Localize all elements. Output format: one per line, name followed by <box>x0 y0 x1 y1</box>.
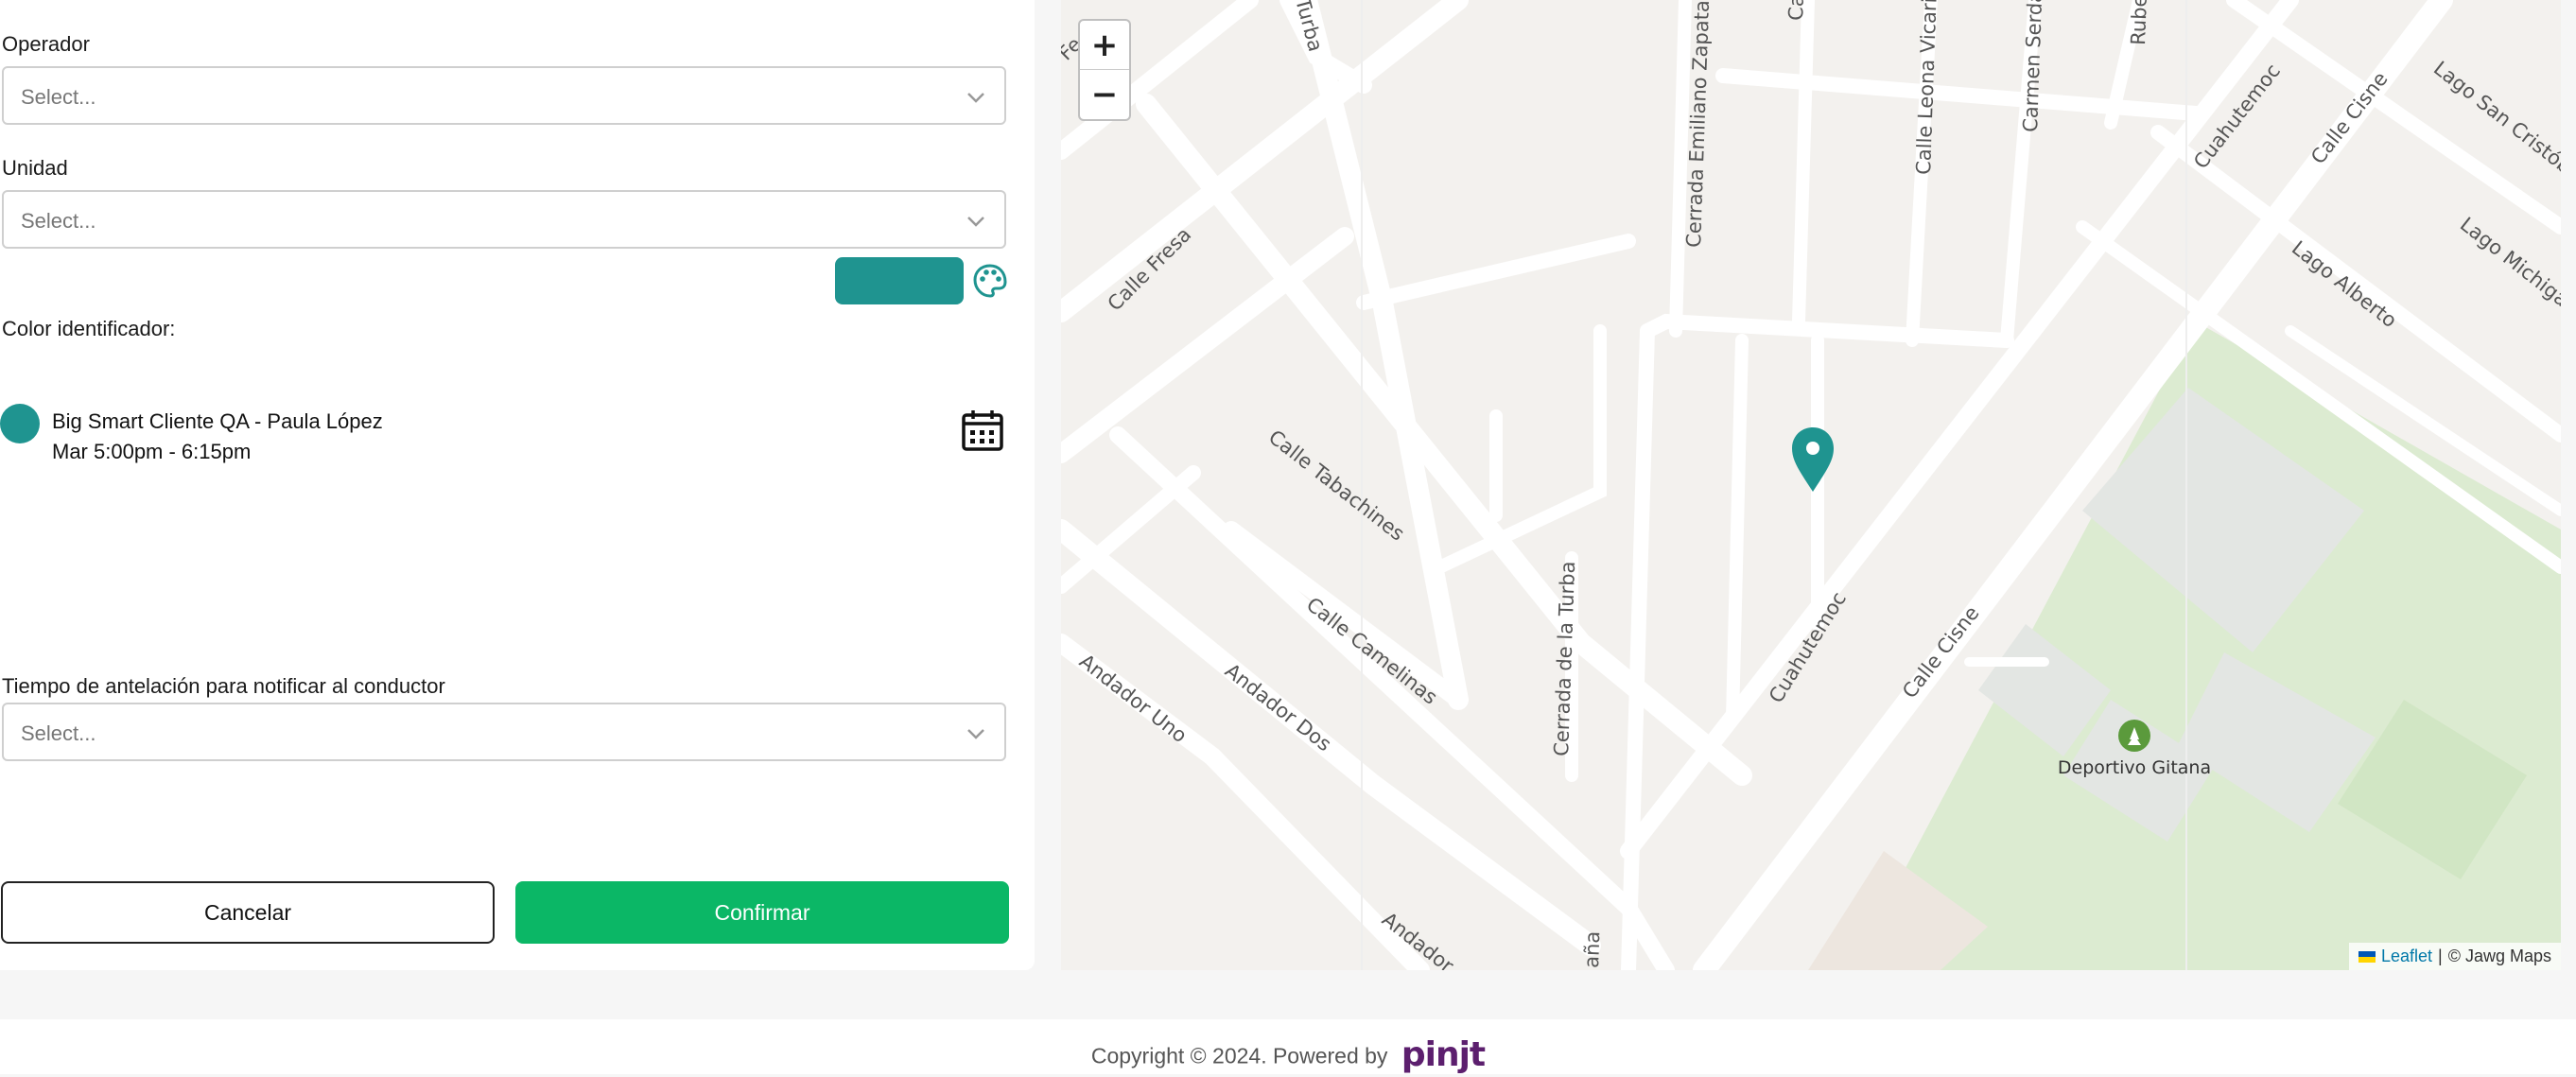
street-label: Calle Tabachines <box>1264 426 1409 546</box>
palette-icon[interactable] <box>972 263 1008 299</box>
client-name: Big Smart Cliente QA - Paula López <box>52 409 383 433</box>
ukraine-flag-icon <box>2358 950 2376 963</box>
zoom-in-button[interactable]: + <box>1080 21 1129 70</box>
zoom-out-button[interactable]: − <box>1080 70 1129 118</box>
attribution-credit: © Jawg Maps <box>2447 947 2551 965</box>
leaflet-link[interactable]: Leaflet <box>2381 947 2432 966</box>
street-label: Andador Uno <box>1075 650 1192 747</box>
cancel-button[interactable]: Cancelar <box>1 881 495 944</box>
chevron-down-icon <box>967 93 984 103</box>
street-label: Lago San Cristóbal <box>2429 57 2561 189</box>
attribution-separator: | <box>2438 947 2443 965</box>
unit-label: Unidad <box>2 156 68 180</box>
operator-label: Operador <box>2 32 90 56</box>
notice-select[interactable]: Select... <box>2 703 1006 761</box>
schedule-time: Mar 5:00pm - 6:15pm <box>52 440 252 463</box>
operator-placeholder: Select... <box>21 85 96 109</box>
zoom-control: + − <box>1078 19 1131 121</box>
map-attribution: Leaflet | © Jawg Maps <box>2348 943 2561 970</box>
calendar-icon[interactable] <box>961 408 1004 452</box>
footer: Copyright © 2024. Powered by pinjt <box>0 1035 2576 1077</box>
street-label: Carmen Serdán <box>2019 0 2047 132</box>
map-tiles: Calle Fresa Calle Tabachines Calle Camel… <box>1061 0 2561 970</box>
location-marker-icon[interactable] <box>1792 427 1834 492</box>
street-label: aña <box>1580 930 1604 968</box>
map-view[interactable]: Calle Fresa Calle Tabachines Calle Camel… <box>1061 0 2561 970</box>
notice-placeholder: Select... <box>21 721 96 745</box>
street-label: Calle Camelinas <box>1302 593 1442 709</box>
street-label: Ca <box>1784 0 1808 21</box>
chevron-down-icon <box>967 217 984 227</box>
color-label: Color identificador: <box>2 317 176 340</box>
chevron-down-icon <box>967 729 984 739</box>
street-label: Lago Alberto <box>2288 236 2401 332</box>
brand-logo: pinjt <box>1401 1035 1486 1074</box>
street-label: Rube <box>2127 0 2151 45</box>
copyright-text: Copyright © 2024. Powered by <box>1090 1043 1388 1068</box>
street-label: Andador Dos <box>1221 659 1335 756</box>
client-color-dot <box>0 404 40 443</box>
poi-label: Deportivo Gitana <box>2058 757 2211 778</box>
street-label: Calle Leona Vicario <box>1912 0 1941 175</box>
unit-select[interactable]: Select... <box>2 190 1006 249</box>
unit-placeholder: Select... <box>21 209 96 233</box>
street-label: Lago Michigan <box>2456 213 2561 319</box>
confirm-button[interactable]: Confirmar <box>515 881 1009 944</box>
assignment-form: Operador Select... Unidad Select... Colo… <box>0 0 1035 970</box>
notice-label: Tiempo de antelación para notificar al c… <box>2 674 445 698</box>
street-label: Calle Cisne <box>1898 602 1984 704</box>
color-swatch-button[interactable] <box>835 257 964 304</box>
operator-select[interactable]: Select... <box>2 66 1006 125</box>
